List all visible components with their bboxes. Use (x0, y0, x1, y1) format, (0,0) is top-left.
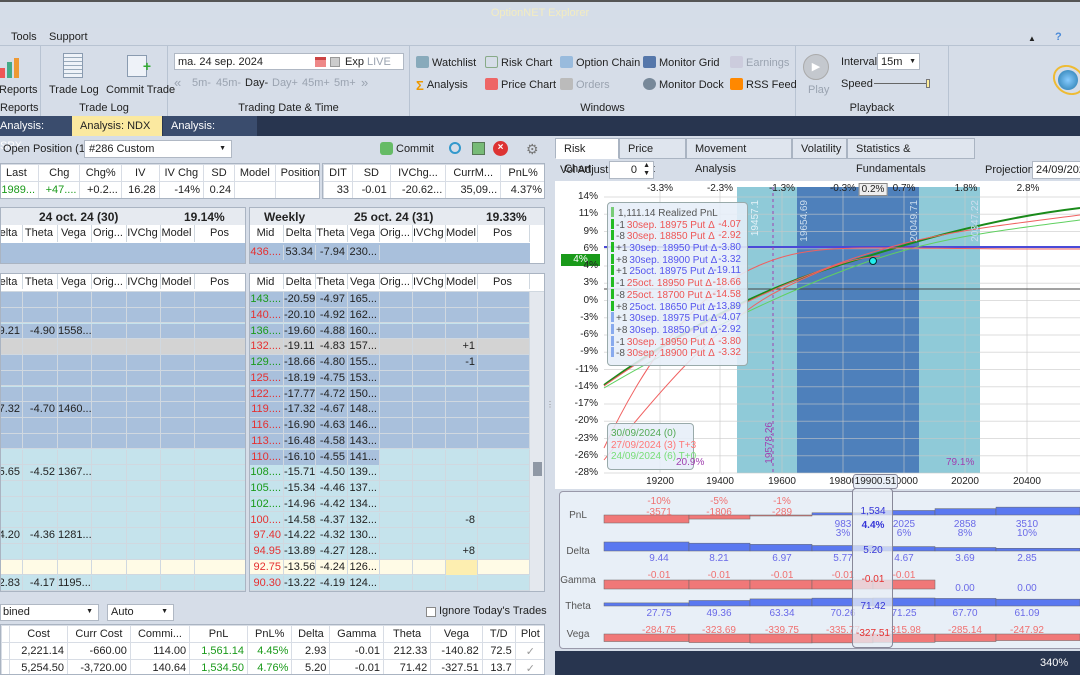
greek-bar (995, 548, 1080, 552)
delta-value: 5.77 (833, 553, 853, 564)
current-theta: 71.42 (860, 601, 886, 612)
current-delta: 5.20 (863, 545, 883, 556)
current-pnl: 1,534 (860, 506, 886, 517)
greek-bar (934, 598, 997, 607)
pnl-value: -289 (771, 507, 793, 518)
greek-bar (749, 544, 813, 552)
greek-bar (603, 579, 690, 590)
pnl-value: -10% (647, 496, 671, 507)
zoom-level: 340% (1040, 657, 1069, 669)
vega-value: -323.69 (702, 625, 736, 636)
gamma-value: -0.01 (647, 570, 671, 581)
pnl-value: 8% (957, 528, 973, 539)
current-pnl-pct: 4.4% (861, 520, 885, 531)
vega-value: -247.92 (1010, 625, 1044, 636)
theta-value: 27.75 (646, 608, 672, 619)
theta-value: 71.25 (891, 608, 917, 619)
delta-value: 9.44 (649, 553, 669, 564)
pnl-value: 6% (896, 528, 912, 539)
vega-value: -339.75 (765, 625, 799, 636)
theta-value: 61.09 (1014, 608, 1040, 619)
greek-bar (688, 600, 751, 607)
current-gamma: -0.01 (861, 574, 885, 585)
gamma-value: -0.01 (707, 570, 731, 581)
gamma-value: 0.00 (1017, 583, 1037, 594)
greek-bar (995, 598, 1080, 607)
pnl-value: 10% (1016, 528, 1038, 539)
greek-row-label: Vega (566, 629, 590, 640)
delta-value: 3.69 (955, 553, 975, 564)
theta-value: 63.34 (769, 608, 795, 619)
greek-row-label: PnL (569, 510, 587, 521)
delta-value: 8.21 (709, 553, 729, 564)
pnl-value: -5% (710, 496, 728, 507)
gamma-value: -0.01 (892, 570, 916, 581)
greek-bar (995, 506, 1080, 516)
vega-value: -285.14 (948, 625, 982, 636)
greek-bar (749, 598, 813, 607)
greek-bar (688, 542, 751, 552)
pnl-value: -1806 (706, 507, 732, 518)
delta-value: 4.67 (894, 553, 914, 564)
status-bar (555, 651, 1080, 675)
band-label: 19457.1 (750, 200, 761, 237)
greek-bar (603, 602, 690, 607)
delta-value: 6.97 (772, 553, 792, 564)
pnl-value: 3% (835, 528, 851, 539)
theta-value: 49.36 (706, 608, 732, 619)
current-vega: -327.51 (856, 628, 890, 639)
gamma-value: -0.01 (770, 570, 794, 581)
greek-bar (688, 579, 751, 590)
greek-row-label: Theta (565, 601, 591, 612)
gamma-value: -0.01 (831, 570, 855, 581)
greek-bar (603, 541, 690, 552)
gamma-value: 0.00 (955, 583, 975, 594)
vega-value: -284.75 (642, 625, 676, 636)
pnl-value: -1% (773, 496, 791, 507)
greek-bar (934, 547, 997, 552)
greeks-bars (603, 506, 1080, 644)
delta-value: 2.85 (1017, 553, 1037, 564)
pnl-value: -3571 (646, 507, 672, 518)
greek-bar (934, 508, 997, 516)
greek-row-label: Gamma (560, 575, 596, 586)
greek-bar (749, 579, 813, 590)
greek-row-label: Delta (566, 546, 590, 557)
theta-value: 67.70 (952, 608, 978, 619)
